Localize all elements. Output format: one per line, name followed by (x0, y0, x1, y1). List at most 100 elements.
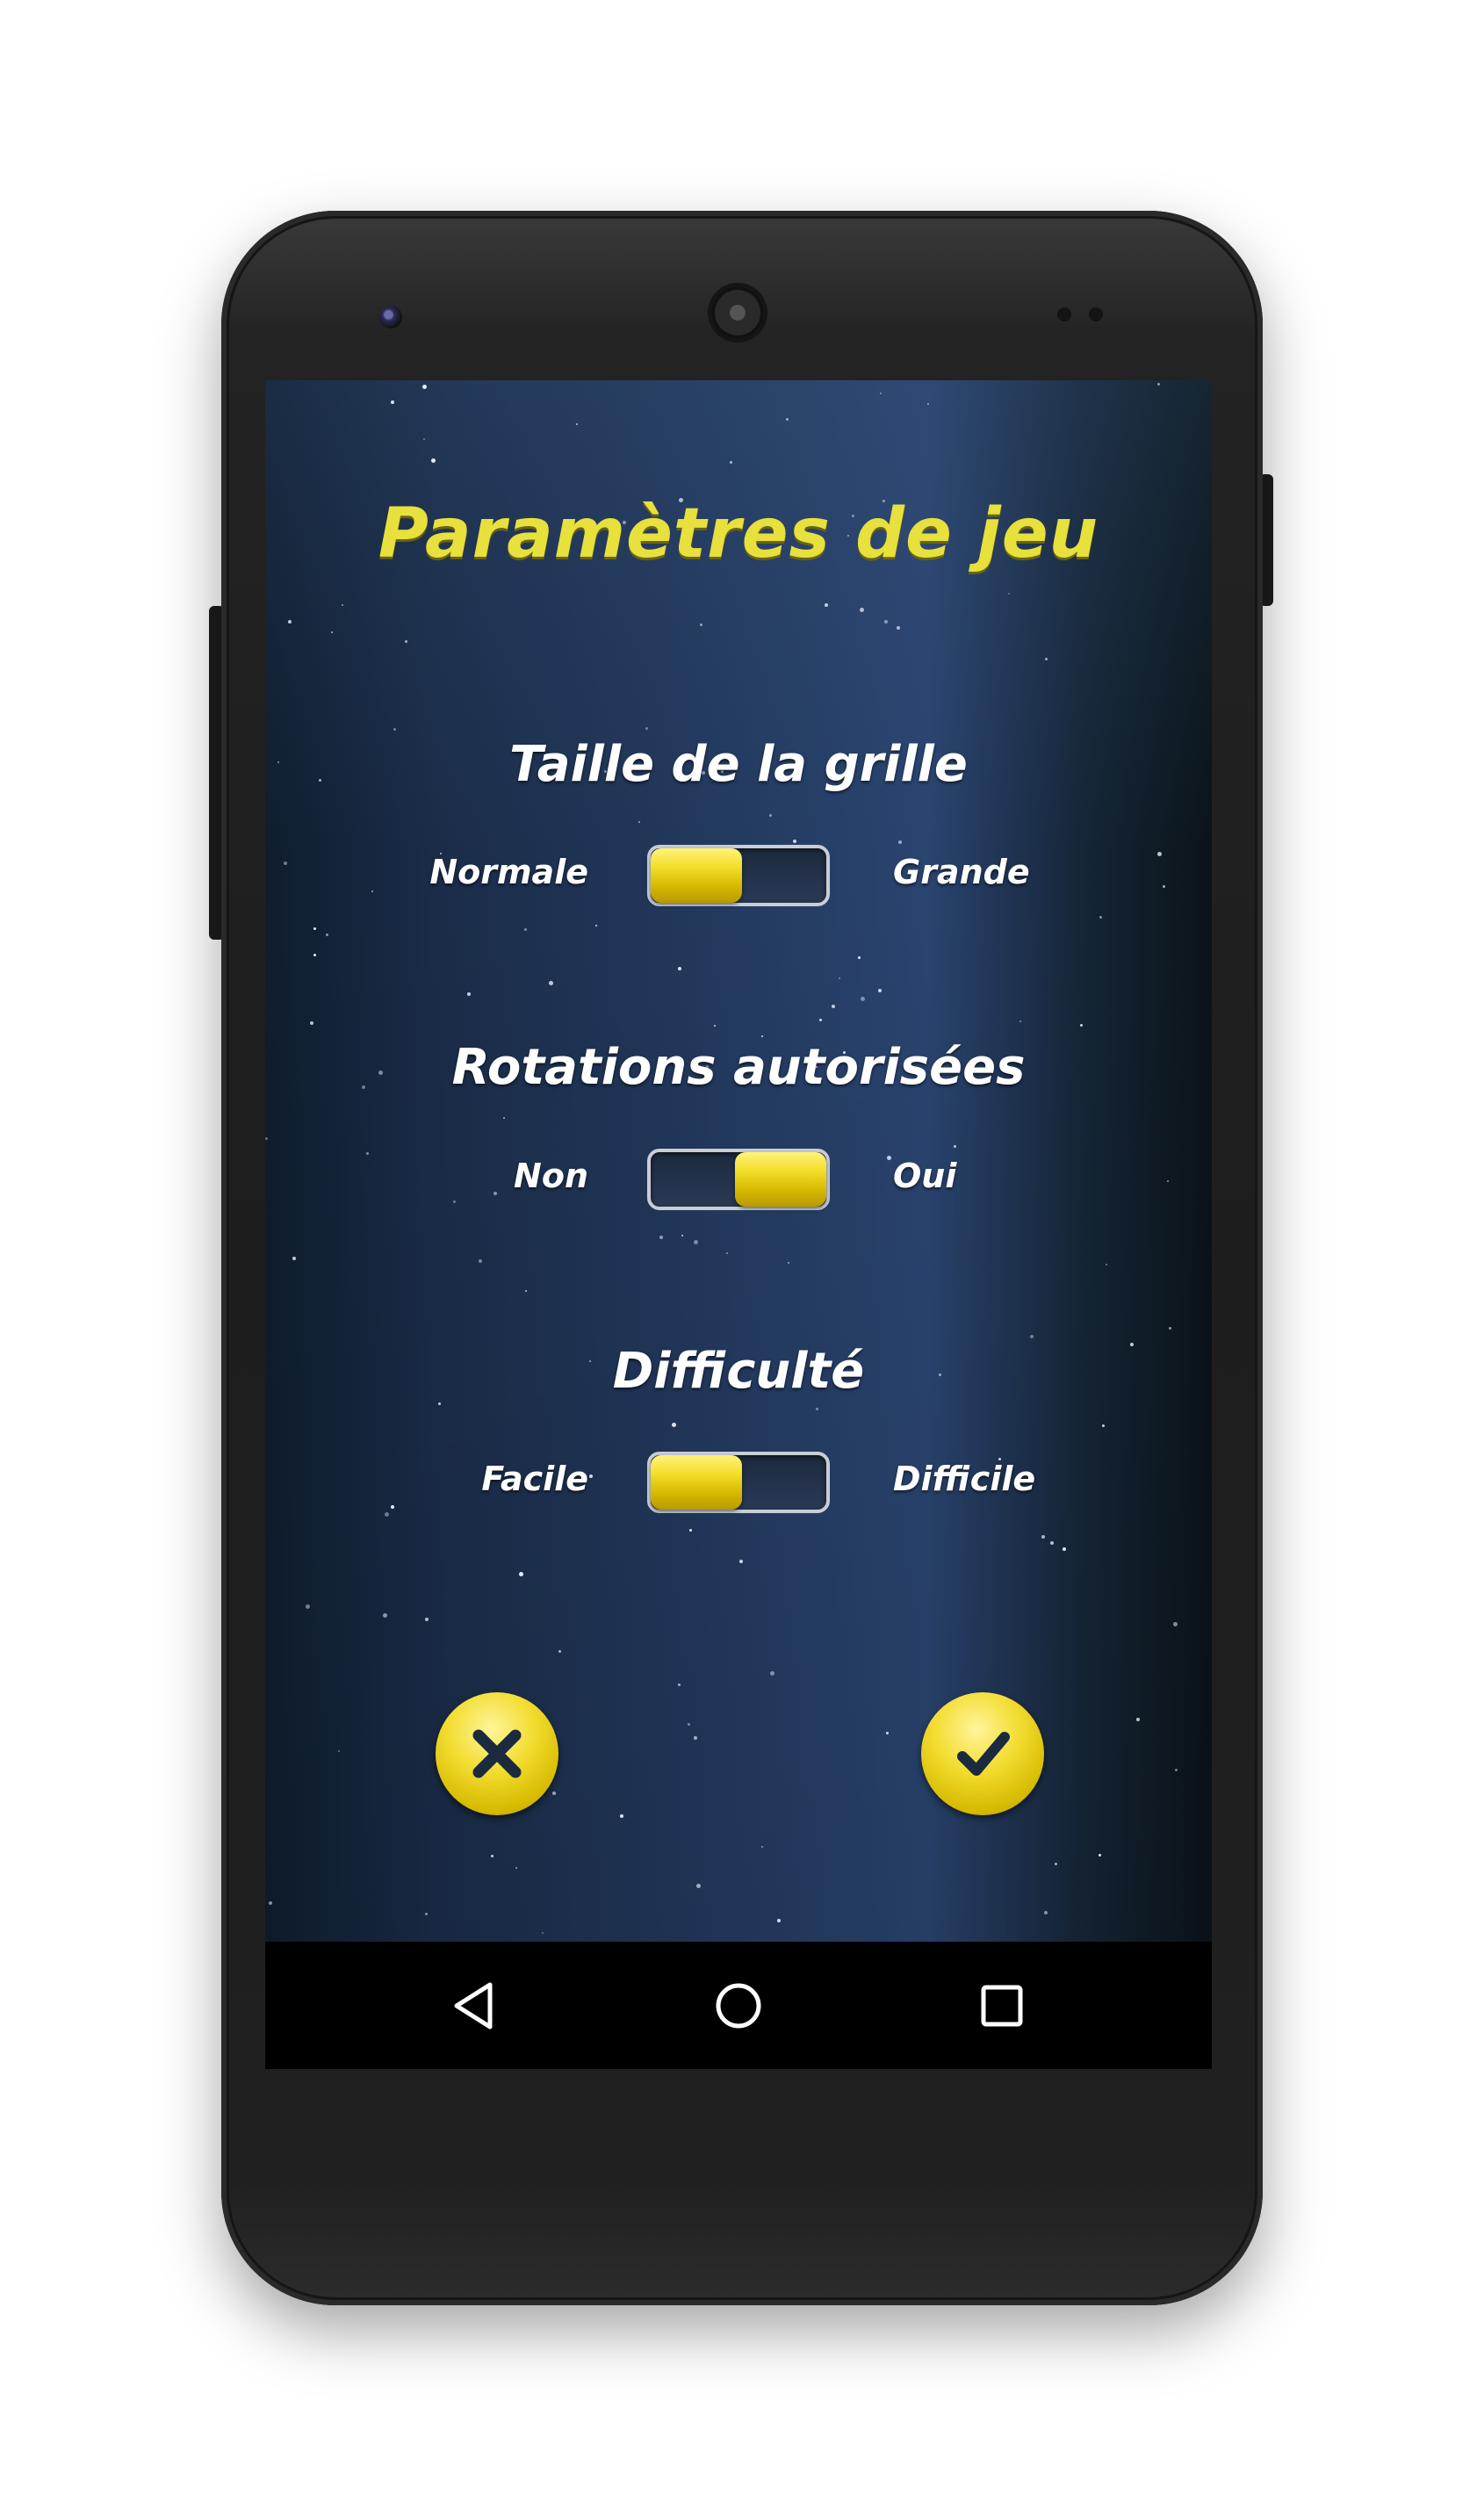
difficulty-option-easy[interactable]: Facile (325, 1460, 588, 1498)
star (1045, 657, 1048, 660)
star (700, 624, 703, 627)
star (1168, 1327, 1171, 1330)
back-triangle-icon[interactable] (450, 1979, 495, 2032)
star (620, 1813, 624, 1818)
star (739, 1559, 744, 1563)
star (382, 1612, 387, 1618)
star (425, 1912, 429, 1915)
star (859, 608, 864, 613)
star (671, 1422, 676, 1427)
grid-size-option-large[interactable]: Grande (893, 853, 1156, 891)
star (883, 619, 888, 624)
star (885, 1732, 889, 1735)
star (423, 438, 426, 441)
star (677, 1683, 681, 1687)
star (769, 1671, 774, 1676)
confirm-button[interactable] (921, 1692, 1044, 1815)
star (645, 727, 649, 731)
star (729, 461, 732, 465)
check-icon (957, 1732, 1010, 1776)
rotations-toggle[interactable] (647, 1149, 830, 1210)
difficulty-toggle[interactable] (647, 1452, 830, 1513)
star (453, 1200, 457, 1204)
star (818, 1019, 822, 1022)
home-circle-icon[interactable] (714, 1981, 763, 2030)
star (792, 839, 796, 843)
star (365, 1151, 369, 1155)
star (437, 1402, 441, 1405)
star (1102, 1424, 1106, 1428)
star (694, 1735, 698, 1740)
rotations-label: Rotations autorisées (451, 1039, 1026, 1096)
star (714, 1024, 717, 1027)
star (695, 1883, 701, 1888)
star (880, 392, 882, 394)
star (761, 1846, 764, 1849)
star (393, 728, 396, 732)
star (1062, 1547, 1066, 1552)
star (467, 991, 472, 996)
star (1105, 1264, 1107, 1266)
star (1098, 1853, 1101, 1857)
light-sensor (1089, 307, 1103, 321)
proximity-sensor (1057, 307, 1071, 321)
grid-size-label: Taille de la grille (509, 736, 968, 793)
star (689, 1528, 692, 1532)
star (478, 1259, 482, 1264)
star (548, 980, 553, 985)
star (1049, 1541, 1054, 1546)
star (551, 1791, 556, 1795)
star (391, 1505, 395, 1510)
star (1163, 885, 1166, 889)
front-camera (379, 306, 402, 328)
toggle-knob[interactable] (651, 1455, 742, 1510)
star (524, 928, 528, 932)
star (860, 996, 865, 1001)
star (694, 1240, 699, 1245)
star (777, 1919, 782, 1923)
star (926, 402, 929, 405)
difficulty-option-hard[interactable]: Difficile (893, 1460, 1156, 1498)
star (898, 840, 903, 844)
star (857, 955, 861, 959)
star (430, 458, 436, 463)
star (1099, 915, 1103, 919)
close-icon (472, 1729, 522, 1778)
grid-size-option-normal[interactable]: Normale (325, 853, 588, 891)
star (292, 1256, 297, 1260)
star (595, 924, 598, 926)
toggle-knob[interactable] (651, 848, 742, 903)
star (421, 385, 427, 390)
star (424, 1617, 429, 1621)
star (288, 620, 292, 624)
star (1007, 592, 1010, 595)
rotations-option-yes[interactable]: Oui (893, 1157, 1156, 1195)
star (887, 1155, 892, 1160)
star (1055, 1863, 1058, 1866)
star (491, 1855, 494, 1858)
star (313, 954, 317, 957)
star (519, 1571, 524, 1576)
star (1172, 1621, 1178, 1626)
rotations-option-no[interactable]: Non (325, 1157, 588, 1195)
star (1030, 1335, 1034, 1339)
star (725, 1251, 728, 1254)
star (659, 1236, 663, 1240)
recents-square-icon[interactable] (980, 1984, 1024, 2028)
toggle-knob[interactable] (735, 1152, 826, 1207)
cancel-button[interactable] (436, 1692, 558, 1815)
star (265, 1137, 269, 1141)
star (816, 1407, 819, 1410)
star (786, 417, 789, 421)
star (391, 400, 395, 404)
star (309, 1020, 313, 1025)
star (769, 813, 773, 817)
star (788, 1261, 790, 1264)
star (589, 1474, 594, 1478)
star (638, 821, 641, 824)
star (283, 862, 287, 866)
device-mockup: Paramètres de jeu Taille de la grille No… (0, 0, 1484, 2509)
grid-size-toggle[interactable] (647, 845, 830, 906)
star (313, 926, 316, 930)
star (825, 602, 829, 607)
